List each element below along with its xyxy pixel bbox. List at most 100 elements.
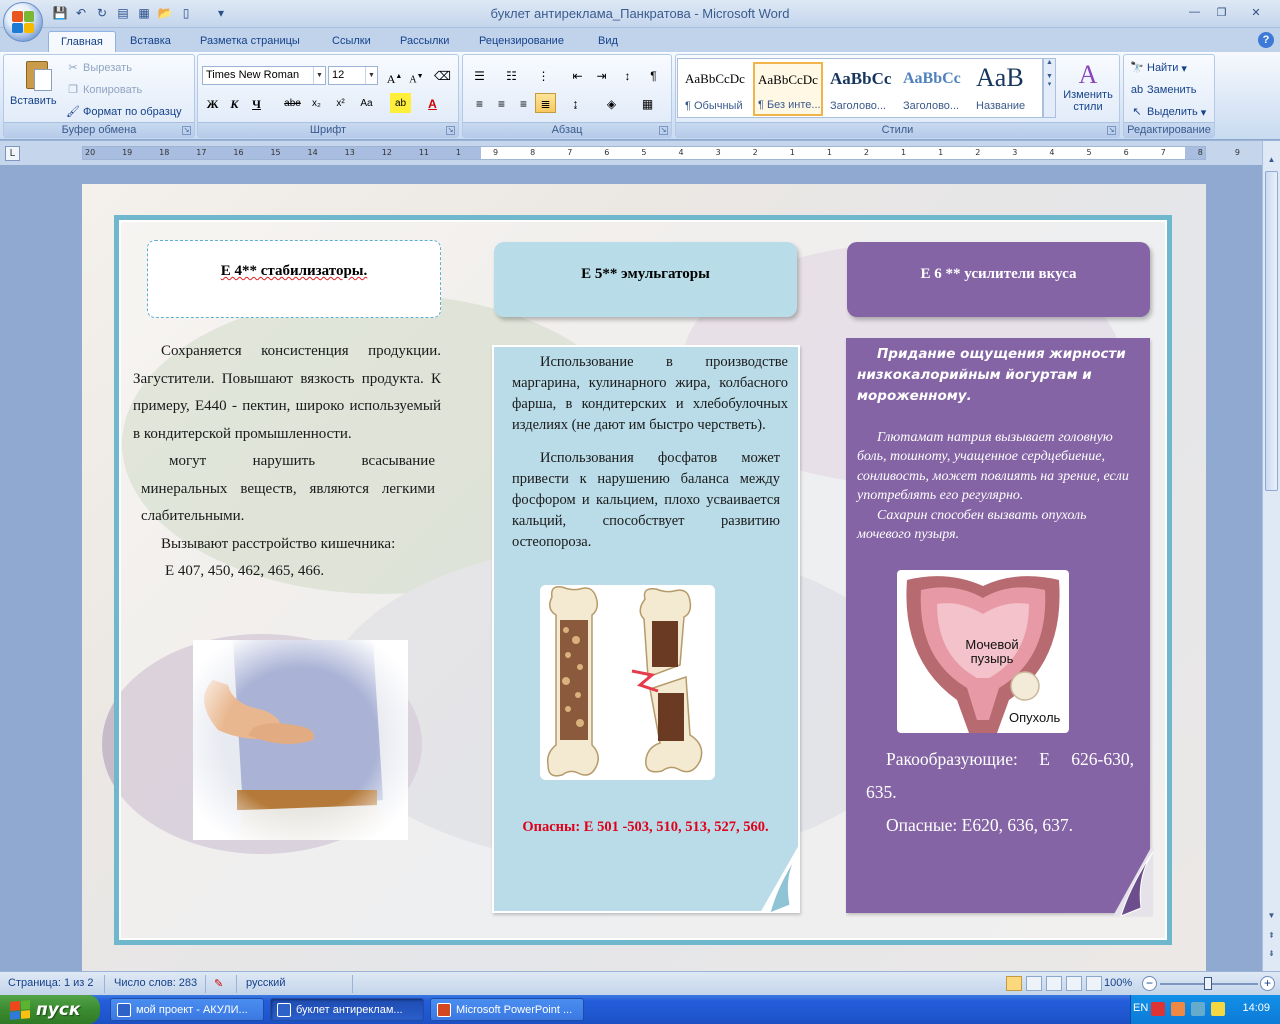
word-counter[interactable]: Число слов: 283 xyxy=(114,977,197,989)
tab-mailings[interactable]: Рассылки xyxy=(396,31,453,52)
pilcrow-icon[interactable]: ¶ xyxy=(643,65,664,85)
tab-references[interactable]: Ссылки xyxy=(328,31,375,52)
next-page-icon[interactable]: ⇟ xyxy=(1265,949,1278,963)
tab-review[interactable]: Рецензирование xyxy=(475,31,568,52)
scroll-up-icon[interactable]: ▲ xyxy=(1265,155,1278,169)
underline-icon[interactable]: Ч xyxy=(246,93,267,113)
paste-button[interactable]: Вставить xyxy=(10,95,57,107)
language-indicator[interactable]: русский xyxy=(246,977,285,989)
sort-icon[interactable]: ↕ xyxy=(617,65,638,85)
col3-text[interactable]: Глютамат натрия вызывает головную боль, … xyxy=(857,428,1129,544)
taskbar-item[interactable]: буклет антиреклам... xyxy=(270,998,424,1021)
col3-heading-callout[interactable]: Е 6 ** усилители вкуса xyxy=(847,242,1150,317)
minimize-button[interactable]: — xyxy=(1182,3,1207,21)
tab-page-layout[interactable]: Разметка страницы xyxy=(196,31,304,52)
scroll-thumb[interactable] xyxy=(1265,171,1278,491)
font-name-combo[interactable]: Times New Roman ▼ xyxy=(202,66,326,85)
volume-icon[interactable] xyxy=(1191,1002,1205,1016)
font-color-icon[interactable]: A xyxy=(422,93,443,113)
zoom-slider-thumb[interactable] xyxy=(1204,977,1212,990)
decrease-indent-icon[interactable]: ⇤ xyxy=(567,65,588,85)
col2-text[interactable]: Использование в производстве маргарина, … xyxy=(512,352,788,565)
taskbar-item[interactable]: Microsoft PowerPoint ... xyxy=(430,998,584,1021)
strikethrough-icon[interactable]: abe xyxy=(282,93,303,113)
clear-formatting-icon[interactable]: ⌫ xyxy=(432,65,453,85)
cut-button[interactable]: ✂ Вырезать xyxy=(66,61,132,75)
style-title[interactable]: AaB Название xyxy=(972,62,1042,116)
print-layout-view-icon[interactable] xyxy=(1006,976,1022,991)
col3-paragraph: Глютамат натрия вызывает головную боль, … xyxy=(857,430,1129,504)
align-right-icon[interactable]: ≡ xyxy=(513,93,534,113)
style-normal[interactable]: AaBbCcDc ¶ Обычный xyxy=(681,62,751,116)
outline-view-icon[interactable] xyxy=(1066,976,1082,991)
clock[interactable]: 14:09 xyxy=(1242,1002,1270,1014)
zoom-level[interactable]: 100% xyxy=(1104,977,1132,989)
draft-view-icon[interactable] xyxy=(1086,976,1102,991)
page-counter[interactable]: Страница: 1 из 2 xyxy=(8,977,94,989)
full-screen-reading-view-icon[interactable] xyxy=(1026,976,1042,991)
replace-button[interactable]: ab Заменить xyxy=(1130,83,1197,97)
clipboard-launcher-icon[interactable]: ↘ xyxy=(182,126,191,135)
vertical-scrollbar[interactable]: ▲ ▼ ⇞ ⇟ xyxy=(1262,141,1280,971)
subscript-icon[interactable]: x₂ xyxy=(306,93,327,113)
italic-icon[interactable]: К xyxy=(224,93,245,113)
change-case-icon[interactable]: Aa xyxy=(356,93,377,113)
spelling-check-icon[interactable]: ✎ xyxy=(214,977,223,990)
tab-selector-icon[interactable]: L xyxy=(5,146,20,161)
font-size-combo[interactable]: 12 ▼ xyxy=(328,66,378,85)
styles-launcher-icon[interactable]: ↘ xyxy=(1107,126,1116,135)
format-painter-button[interactable]: 🖌 Формат по образцу xyxy=(66,105,182,119)
align-center-icon[interactable]: ≡ xyxy=(491,93,512,113)
font-launcher-icon[interactable]: ↘ xyxy=(446,126,455,135)
select-button[interactable]: ↖ Выделить ▾ xyxy=(1130,105,1206,119)
increase-indent-icon[interactable]: ⇥ xyxy=(591,65,612,85)
align-left-icon[interactable]: ≡ xyxy=(469,93,490,113)
keyboard-language[interactable]: EN xyxy=(1133,1002,1148,1014)
numbering-icon[interactable]: ☷ xyxy=(501,65,522,85)
paragraph-launcher-icon[interactable]: ↘ xyxy=(659,126,668,135)
copy-button[interactable]: ❐ Копировать xyxy=(66,83,142,97)
bladder-tumor-image: Мочевой пузырь Опухоль xyxy=(897,570,1069,733)
maximize-button[interactable]: ❐ xyxy=(1209,3,1234,21)
zoom-in-icon[interactable]: + xyxy=(1260,976,1275,991)
prev-page-icon[interactable]: ⇞ xyxy=(1265,931,1278,945)
multilevel-list-icon[interactable]: ⋮ xyxy=(533,65,554,85)
col2-heading-callout[interactable]: Е 5** эмульгаторы xyxy=(494,242,797,317)
bullets-icon[interactable]: ☰ xyxy=(469,65,490,85)
col3-bottom-text[interactable]: Ракообразующие: Е 626-630, 635. Опасные:… xyxy=(866,743,1134,842)
line-spacing-icon[interactable]: ↨ xyxy=(565,93,586,113)
ruler-number: 1 xyxy=(901,148,907,157)
horizontal-ruler[interactable]: 20 19 18 17 16 15 14 13 12 11 1 9 8 7 6 5 4 3 2 1 1 2 1 1 2 3 4 5 6 7… xyxy=(82,146,1240,160)
zoom-out-icon[interactable]: − xyxy=(1142,976,1157,991)
style-no-spacing[interactable]: AaBbCcDc ¶ Без инте... xyxy=(753,62,823,116)
justify-icon[interactable]: ≣ xyxy=(535,93,556,113)
shrink-font-icon[interactable]: A▼ xyxy=(406,65,427,85)
scroll-down-icon[interactable]: ▼ xyxy=(1265,911,1278,925)
shading-icon[interactable]: ◈ xyxy=(601,93,622,113)
tab-home[interactable]: Главная xyxy=(48,31,116,52)
find-button[interactable]: 🔭 Найти ▾ xyxy=(1130,61,1187,75)
grow-font-icon[interactable]: A▲ xyxy=(384,65,405,86)
styles-gallery-scroll[interactable]: ▲ ▼ ▾ xyxy=(1043,58,1056,118)
col1-heading-callout[interactable]: Е 4** стабилизаторы. xyxy=(147,240,441,318)
tab-view[interactable]: Вид xyxy=(594,31,622,52)
superscript-icon[interactable]: x² xyxy=(330,93,351,113)
highlight-icon[interactable]: ab xyxy=(390,93,411,113)
tray-app-icon[interactable] xyxy=(1171,1002,1185,1016)
network-icon[interactable] xyxy=(1211,1002,1225,1016)
style-heading2[interactable]: AaBbCc Заголово... xyxy=(899,62,969,116)
paste-icon[interactable] xyxy=(22,59,54,93)
help-icon[interactable]: ? xyxy=(1258,32,1274,48)
antivirus-icon[interactable] xyxy=(1151,1002,1165,1016)
office-button[interactable] xyxy=(3,2,43,42)
col1-text[interactable]: Сохраняется консистенция продукции. Загу… xyxy=(133,338,441,586)
web-layout-view-icon[interactable] xyxy=(1046,976,1062,991)
bold-icon[interactable]: Ж xyxy=(202,93,223,113)
taskbar-item[interactable]: мой проект - АКУЛИ... xyxy=(110,998,264,1021)
style-heading1[interactable]: AaBbCc Заголово... xyxy=(826,62,896,116)
start-button[interactable]: пуск xyxy=(0,995,100,1024)
tab-insert[interactable]: Вставка xyxy=(126,31,175,52)
close-button[interactable]: ✕ xyxy=(1236,3,1276,21)
borders-icon[interactable]: ▦ xyxy=(637,93,658,113)
change-styles-button[interactable]: A Изменить стили xyxy=(1060,61,1116,114)
